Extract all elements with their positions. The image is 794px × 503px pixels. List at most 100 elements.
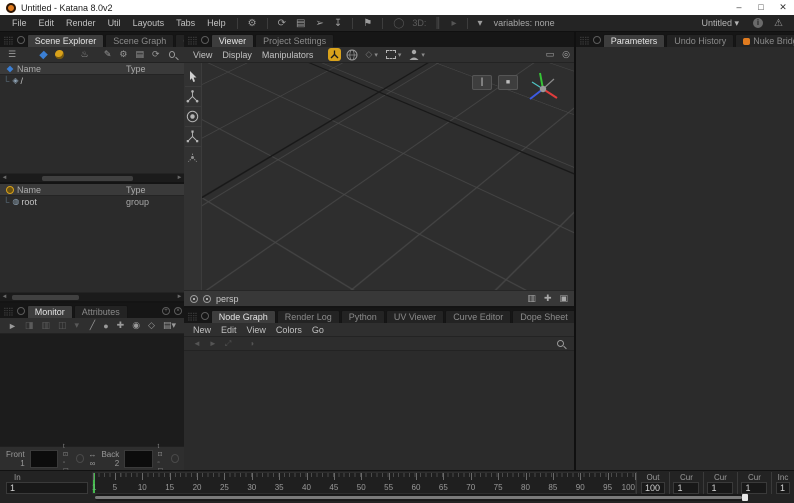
pause-button[interactable]: ║ bbox=[472, 75, 492, 90]
menu-util[interactable]: Util bbox=[102, 18, 127, 28]
menu-new[interactable]: New bbox=[188, 325, 216, 335]
warning-icon[interactable]: ⚠ bbox=[769, 18, 788, 29]
stop-button[interactable]: ■ bbox=[498, 75, 518, 90]
node-badge-icon[interactable]: ◑ bbox=[245, 339, 258, 348]
cur-field-0[interactable]: 1 bbox=[673, 482, 699, 494]
lookthrough-icon[interactable] bbox=[190, 295, 198, 303]
tab-python[interactable]: Python bbox=[341, 310, 385, 323]
scale-tool-icon[interactable] bbox=[185, 127, 201, 147]
add-pane-icon[interactable]: + bbox=[162, 307, 170, 315]
back-lock-icon[interactable] bbox=[171, 454, 179, 463]
pane-grip-icon[interactable]: ⣿⣿ bbox=[576, 36, 591, 47]
axis-gizmo[interactable] bbox=[524, 69, 562, 107]
refresh-icon[interactable]: ⟳ bbox=[273, 18, 291, 29]
rotate-tool-icon[interactable] bbox=[185, 107, 201, 127]
project-dropdown[interactable]: Untitled ▾ bbox=[693, 18, 747, 29]
menu-view[interactable]: View bbox=[188, 50, 217, 60]
translate-tool-icon[interactable] bbox=[185, 87, 201, 107]
close-pane-icon[interactable]: × bbox=[174, 307, 182, 315]
camera-select-icon[interactable] bbox=[203, 295, 211, 303]
tab-dope-sheet[interactable]: Dope Sheet bbox=[512, 310, 576, 323]
tab-render-log[interactable]: Render Log bbox=[277, 310, 340, 323]
menu-help[interactable]: Help bbox=[201, 18, 232, 28]
scene-graph-row-root[interactable]: └◍root group bbox=[0, 196, 184, 207]
back-value[interactable]: 2 bbox=[115, 459, 119, 468]
display-settings-icon[interactable]: ▭ bbox=[546, 49, 555, 60]
timeline-scroll-handle[interactable] bbox=[742, 494, 748, 501]
variables-caret-icon[interactable]: ▾ bbox=[473, 18, 488, 29]
back-buffer-thumbnail[interactable] bbox=[124, 450, 152, 468]
slate-icon[interactable]: ▤ bbox=[291, 18, 310, 29]
menu-display[interactable]: Display bbox=[217, 50, 257, 60]
menu-edit[interactable]: Edit bbox=[33, 18, 61, 28]
pose-dropdown[interactable]: ▾ bbox=[409, 49, 425, 60]
tab-monitor[interactable]: Monitor bbox=[27, 305, 73, 318]
globe-icon[interactable] bbox=[346, 49, 358, 61]
inc-field[interactable]: 1 bbox=[776, 482, 790, 494]
menu-layouts[interactable]: Layouts bbox=[127, 18, 171, 28]
select-tool-icon[interactable] bbox=[185, 67, 201, 87]
menu-colors[interactable]: Colors bbox=[271, 325, 307, 335]
tab-attributes[interactable]: Attributes bbox=[74, 305, 128, 318]
diamond-icon[interactable]: ◇ bbox=[144, 320, 159, 331]
slate-small-icon[interactable]: ▤ bbox=[131, 49, 148, 60]
menu-go[interactable]: Go bbox=[307, 325, 329, 335]
menu-tabs[interactable]: Tabs bbox=[170, 18, 201, 28]
node-search-icon[interactable] bbox=[557, 340, 564, 347]
menu-file[interactable]: File bbox=[6, 18, 33, 28]
maximize-button[interactable]: □ bbox=[750, 0, 772, 15]
split-view-icon[interactable]: ◨ bbox=[21, 320, 38, 331]
swap-buffers-icon[interactable]: ↔ bbox=[88, 450, 96, 459]
viewer-sync-icon[interactable]: ◎ bbox=[562, 49, 570, 60]
menu-edit[interactable]: Edit bbox=[216, 325, 242, 335]
tab-nuke-bridge[interactable]: Nuke Bridge bbox=[735, 34, 794, 47]
snapshot-icon[interactable]: ▣ bbox=[559, 293, 568, 304]
front-buffer-thumbnail[interactable] bbox=[30, 450, 58, 468]
tab-uv-viewer[interactable]: UV Viewer bbox=[386, 310, 444, 323]
pencil-icon[interactable]: ✎ bbox=[100, 49, 116, 60]
probe-icon[interactable]: ↧ bbox=[329, 18, 347, 29]
overlay-icon[interactable]: ✚ bbox=[113, 320, 129, 331]
hamburger-icon[interactable]: ☰ bbox=[4, 49, 20, 60]
gear-small-icon[interactable]: ⚙ bbox=[115, 49, 131, 60]
menu-manipulators[interactable]: Manipulators bbox=[257, 50, 319, 60]
frame-all-icon[interactable]: ⤢ bbox=[221, 339, 235, 349]
pane-grip-icon[interactable]: ⣿⣿ bbox=[0, 36, 15, 47]
pane-menu-icon[interactable] bbox=[201, 312, 209, 320]
menu-render[interactable]: Render bbox=[60, 18, 102, 28]
tab-project-settings[interactable]: Project Settings bbox=[255, 34, 334, 47]
pane-grip-icon[interactable]: ⣿⣿ bbox=[184, 312, 199, 323]
front-value[interactable]: 1 bbox=[20, 459, 24, 468]
info-icon[interactable]: i bbox=[753, 18, 763, 28]
pointer-icon[interactable]: ➢ bbox=[310, 18, 328, 29]
menu-view[interactable]: View bbox=[242, 325, 271, 335]
proxy-display-icon[interactable] bbox=[40, 50, 49, 59]
transform-tool-icon[interactable] bbox=[185, 147, 201, 167]
light-display-icon[interactable] bbox=[55, 50, 63, 59]
front-lock-icon[interactable] bbox=[76, 454, 84, 463]
tab-viewer[interactable]: Viewer bbox=[211, 34, 254, 47]
render-pot-icon[interactable]: ♨ bbox=[77, 49, 93, 60]
monitor-canvas[interactable] bbox=[0, 334, 184, 446]
link-buffers-icon[interactable]: ∞ bbox=[90, 459, 96, 468]
tab-node-graph[interactable]: Node Graph bbox=[211, 310, 276, 323]
filmstrip-icon[interactable]: ▥ bbox=[527, 293, 536, 304]
annotate-icon[interactable]: ╱ bbox=[86, 320, 99, 331]
gnomon-icon[interactable] bbox=[328, 48, 341, 61]
comment-icon[interactable]: ● bbox=[99, 321, 112, 331]
refresh-small-icon[interactable]: ⟳ bbox=[148, 49, 164, 60]
view-eye-icon[interactable]: ◉ bbox=[128, 320, 144, 331]
cur-field-2[interactable]: 1 bbox=[741, 482, 767, 494]
play-icon[interactable]: ► bbox=[4, 321, 21, 331]
tab-scene-explorer[interactable]: Scene Explorer bbox=[27, 34, 105, 47]
pane-grip-icon[interactable]: ⣿⣿ bbox=[0, 307, 15, 318]
tab-parameters[interactable]: Parameters bbox=[603, 34, 666, 47]
scene-explorer-row-root[interactable]: └◈/ bbox=[0, 75, 184, 86]
back-icon[interactable]: ◄ bbox=[189, 339, 205, 348]
pan-zoom-icon[interactable]: ✚ bbox=[544, 293, 552, 304]
viewport-3d[interactable]: ║ ■ bbox=[184, 63, 574, 290]
layers-icon[interactable]: ▤▾ bbox=[159, 320, 180, 331]
scene-graph-hscrollbar[interactable]: ◄ ► bbox=[0, 292, 184, 301]
pane-menu-icon[interactable] bbox=[17, 36, 25, 44]
out-field[interactable]: 100 bbox=[641, 482, 665, 494]
